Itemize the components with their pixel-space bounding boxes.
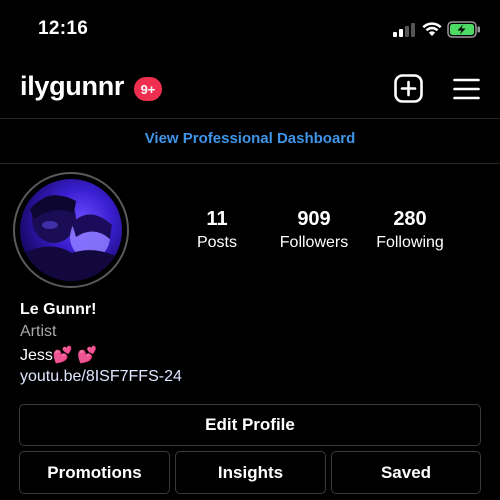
stat-following[interactable]: 280 Following: [360, 208, 460, 252]
header-divider: [0, 118, 500, 119]
stat-posts-value: 11: [206, 208, 228, 230]
stat-posts[interactable]: 11 Posts: [167, 208, 267, 252]
professional-dashboard-link[interactable]: View Professional Dashboard: [0, 130, 500, 147]
saved-button[interactable]: Saved: [331, 451, 481, 494]
cellular-signal-icon: [393, 23, 415, 37]
create-post-icon[interactable]: [394, 74, 423, 103]
profile-avatar[interactable]: [20, 179, 122, 281]
edit-profile-button[interactable]: Edit Profile: [19, 404, 481, 446]
profile-username[interactable]: ilygunnr: [20, 71, 124, 102]
wifi-icon: [422, 22, 442, 36]
stat-followers-label: Followers: [279, 234, 349, 251]
stat-following-label: Following: [376, 234, 444, 251]
profile-website-link[interactable]: youtu.be/8ISF7FFS-24: [20, 368, 182, 386]
hamburger-menu-icon[interactable]: [453, 77, 480, 101]
profile-display-name: Le Gunnr!: [20, 301, 97, 318]
profile-category: Artist: [20, 323, 57, 340]
battery-charging-icon: [447, 21, 480, 38]
stat-following-value: 280: [393, 208, 427, 230]
profile-bio: Jess💕 💕: [20, 347, 98, 364]
stat-followers-value: 909: [297, 208, 331, 230]
insights-button[interactable]: Insights: [175, 451, 326, 494]
status-time: 12:16: [38, 18, 89, 39]
avatar-photo-icon: [20, 195, 122, 281]
promotions-button[interactable]: Promotions: [19, 451, 170, 494]
dashboard-divider: [0, 163, 500, 164]
notification-badge: 9+: [134, 77, 162, 101]
stat-posts-label: Posts: [196, 234, 237, 251]
stat-followers[interactable]: 909 Followers: [264, 208, 364, 252]
